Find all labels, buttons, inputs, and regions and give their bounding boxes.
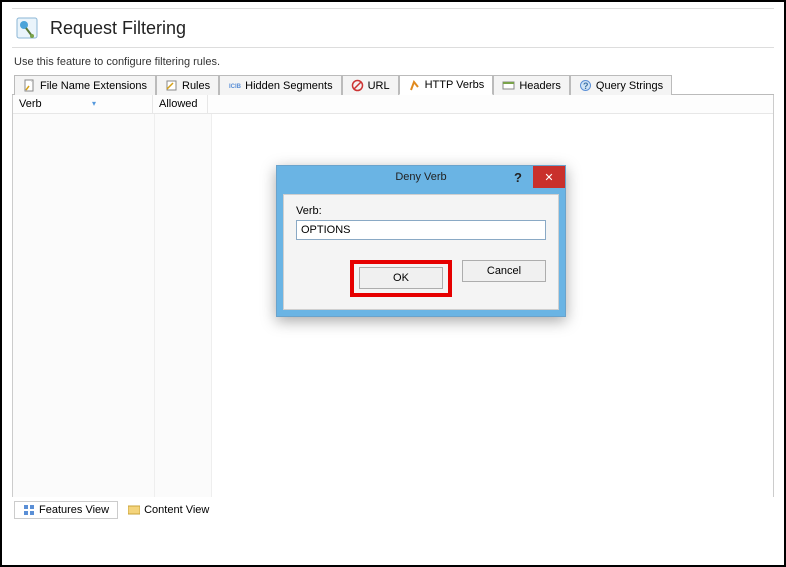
column-header-allowed[interactable]: Allowed: [153, 95, 208, 113]
tab-label: Hidden Segments: [245, 80, 332, 92]
filter-app-icon: [14, 15, 40, 41]
page-description: Use this feature to configure filtering …: [14, 56, 774, 68]
tab-label: Query Strings: [596, 80, 663, 92]
col-label: Allowed: [159, 98, 198, 110]
tab-label: URL: [368, 80, 390, 92]
rules-icon: [165, 79, 178, 92]
data-col-verb: [13, 114, 155, 497]
sort-indicator-icon: ▾: [92, 97, 96, 111]
tab-file-name-extensions[interactable]: File Name Extensions: [14, 75, 156, 95]
tab-label: Rules: [182, 80, 210, 92]
content-view-icon: [128, 504, 140, 516]
features-view-icon: [23, 504, 35, 516]
tab-label: HTTP Verbs: [425, 79, 485, 91]
tab-label: File Name Extensions: [40, 80, 147, 92]
close-icon: ✕: [544, 171, 553, 184]
query-icon: ?: [579, 79, 592, 92]
cancel-button[interactable]: Cancel: [462, 260, 546, 282]
svg-text:?: ?: [583, 81, 589, 91]
dialog-close-button[interactable]: ✕: [533, 166, 565, 188]
column-headers: Verb ▾ Allowed: [13, 95, 773, 114]
tab-strip: File Name Extensions Rules ICIB Hidden S…: [12, 74, 774, 95]
column-header-verb[interactable]: Verb ▾: [13, 95, 153, 113]
bottom-tab-label: Content View: [144, 504, 209, 516]
tab-headers[interactable]: Headers: [493, 75, 570, 95]
document-icon: [23, 79, 36, 92]
tab-http-verbs[interactable]: HTTP Verbs: [399, 75, 494, 95]
features-view-tab[interactable]: Features View: [14, 501, 118, 519]
headers-icon: [502, 79, 515, 92]
dialog-titlebar[interactable]: Deny Verb ? ✕: [277, 166, 565, 188]
dialog-aero-border: Verb: OK Cancel: [277, 188, 565, 316]
data-col-allowed: [155, 114, 212, 497]
header: Request Filtering: [12, 8, 774, 48]
verb-input[interactable]: [296, 220, 546, 240]
tab-query-strings[interactable]: ? Query Strings: [570, 75, 672, 95]
deny-verb-dialog: Deny Verb ? ✕ Verb: OK Cancel: [276, 165, 566, 317]
dialog-help-button[interactable]: ?: [507, 166, 529, 188]
tab-label: Headers: [519, 80, 561, 92]
dialog-title-text: Deny Verb: [395, 171, 446, 183]
verb-field-label: Verb:: [296, 205, 546, 217]
tab-url[interactable]: URL: [342, 75, 399, 95]
url-deny-icon: [351, 79, 364, 92]
svg-text:ICIB: ICIB: [229, 84, 241, 90]
bottom-tab-strip: Features View Content View: [12, 501, 774, 519]
content-area: Verb ▾ Allowed Deny Verb ? ✕ Ver: [12, 95, 774, 497]
ok-button[interactable]: OK: [359, 267, 443, 289]
ok-highlight-indicator: OK: [350, 260, 452, 297]
segments-icon: ICIB: [228, 79, 241, 92]
verbs-icon: [408, 79, 421, 92]
page-title: Request Filtering: [50, 18, 186, 39]
dialog-button-row: OK Cancel: [296, 260, 546, 297]
content-view-tab[interactable]: Content View: [120, 501, 217, 519]
tab-rules[interactable]: Rules: [156, 75, 219, 95]
bottom-tab-label: Features View: [39, 504, 109, 516]
tab-hidden-segments[interactable]: ICIB Hidden Segments: [219, 75, 341, 95]
dialog-body: Verb: OK Cancel: [283, 194, 559, 310]
col-label: Verb: [19, 98, 42, 110]
